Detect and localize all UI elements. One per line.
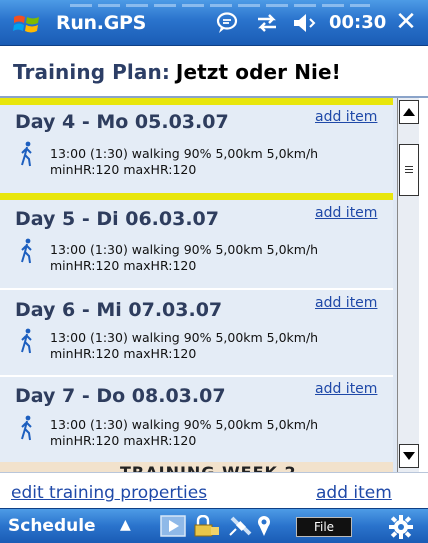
volume-icon[interactable] <box>290 11 320 35</box>
walking-icon <box>21 238 32 264</box>
add-item-link[interactable]: add item <box>315 205 377 221</box>
bottom-actions: edit training properties add item <box>0 472 428 508</box>
add-item-link[interactable]: add item <box>315 381 377 397</box>
location-pin-icon[interactable] <box>256 515 272 537</box>
training-day-list[interactable]: Day 4 - Mo 05.03.07 add item 13:00 (1:30… <box>0 98 397 472</box>
scroll-down-button[interactable] <box>399 444 419 468</box>
menu-bar: Schedule ▲ File <box>0 508 428 543</box>
lock-icon[interactable] <box>192 515 220 537</box>
entry-details: 13:00 (1:30) walking 90% 5,00km 5,0km/h <box>50 330 319 345</box>
page-title: Training Plan: Jetzt oder Nie! <box>0 46 428 96</box>
week-banner-label: TRAINING WEEK 2 <box>120 463 297 472</box>
plan-label: Training Plan: <box>13 60 170 84</box>
entry-heart-rate: minHR:120 maxHR:120 <box>50 346 197 361</box>
day-title: Day 4 - Mo 05.03.07 <box>15 111 229 133</box>
entry-heart-rate: minHR:120 maxHR:120 <box>50 258 197 273</box>
scrollbar-thumb[interactable] <box>399 144 419 196</box>
arrow-up-icon <box>403 108 415 116</box>
list-item[interactable]: Day 5 - Di 06.03.07 add item 13:00 (1:30… <box>0 200 393 288</box>
close-button[interactable]: ✕ <box>392 9 420 37</box>
add-item-link[interactable]: add item <box>315 109 377 125</box>
entry-heart-rate: minHR:120 maxHR:120 <box>50 433 197 448</box>
scrollbar[interactable] <box>397 98 419 472</box>
walking-icon <box>21 328 32 354</box>
menu-caret-icon[interactable]: ▲ <box>120 517 131 533</box>
day-title: Day 5 - Di 06.03.07 <box>15 208 219 230</box>
list-item[interactable]: Day 7 - Do 08.03.07 add item 13:00 (1:30… <box>0 377 393 462</box>
connectivity-icon[interactable] <box>255 11 279 35</box>
list-item[interactable]: Day 4 - Mo 05.03.07 add item 13:00 (1:30… <box>0 105 393 193</box>
message-bubble-icon[interactable] <box>215 11 239 35</box>
title-bar: Run.GPS 00:30 ✕ <box>0 0 428 46</box>
entry-heart-rate: minHR:120 maxHR:120 <box>50 162 197 177</box>
day-title: Day 7 - Do 08.03.07 <box>15 385 226 407</box>
file-button[interactable]: File <box>296 517 352 537</box>
windows-start-icon[interactable] <box>12 11 42 37</box>
plan-name: Jetzt oder Nie! <box>175 60 341 84</box>
clock: 00:30 <box>329 12 387 33</box>
app-title: Run.GPS <box>56 12 147 34</box>
week-banner: TRAINING WEEK 2 <box>0 462 393 472</box>
add-item-button[interactable]: add item <box>316 483 392 503</box>
satellite-icon[interactable] <box>228 515 254 537</box>
title-bar-decoration <box>70 4 370 7</box>
add-item-link[interactable]: add item <box>315 295 377 311</box>
arrow-down-icon <box>403 452 415 460</box>
play-icon[interactable] <box>160 515 186 537</box>
gear-icon[interactable] <box>388 514 414 540</box>
walking-icon <box>21 415 32 441</box>
list-item[interactable]: Day 6 - Mi 07.03.07 add item 13:00 (1:30… <box>0 290 393 375</box>
entry-details: 13:00 (1:30) walking 90% 5,00km 5,0km/h <box>50 242 319 257</box>
schedule-menu[interactable]: Schedule <box>8 516 96 536</box>
entry-details: 13:00 (1:30) walking 90% 5,00km 5,0km/h <box>50 146 319 161</box>
highlight-bar <box>0 98 393 105</box>
edit-training-properties-link[interactable]: edit training properties <box>11 483 207 503</box>
highlight-bar <box>0 193 393 200</box>
day-title: Day 6 - Mi 07.03.07 <box>15 299 223 321</box>
scroll-up-button[interactable] <box>399 100 419 124</box>
close-icon: ✕ <box>395 7 417 37</box>
entry-details: 13:00 (1:30) walking 90% 5,00km 5,0km/h <box>50 417 319 432</box>
walking-icon <box>21 141 32 167</box>
